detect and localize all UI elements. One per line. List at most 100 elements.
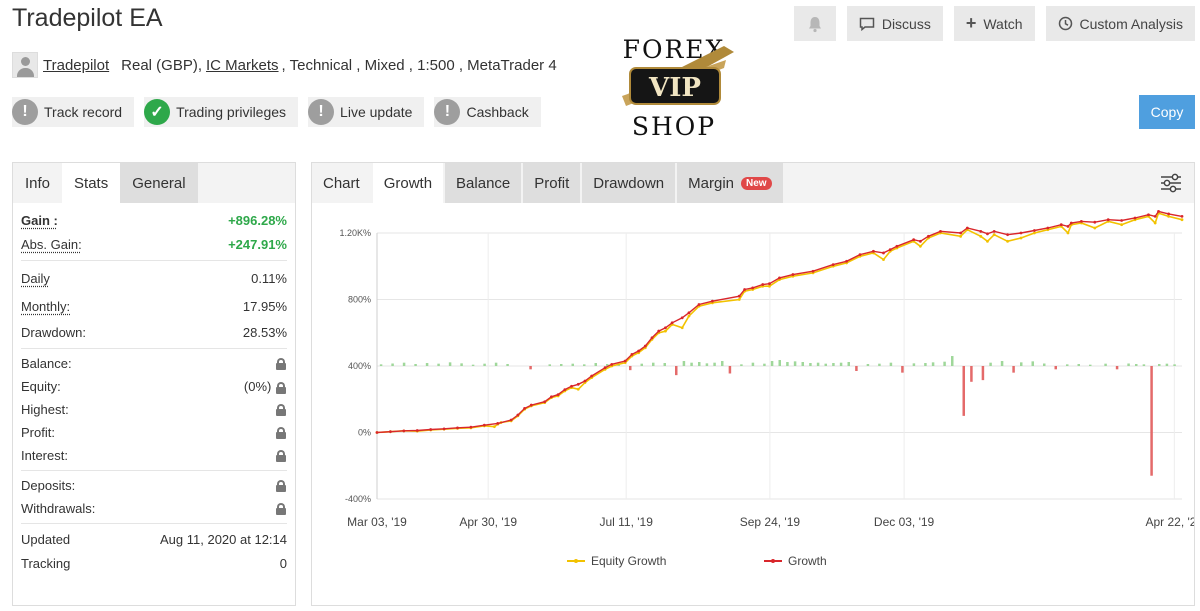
daily-bar xyxy=(866,364,870,366)
gain-value: +896.28% xyxy=(228,213,287,228)
notify-button[interactable] xyxy=(793,6,836,41)
data-point xyxy=(992,233,996,237)
daily-bar xyxy=(763,363,766,366)
data-point xyxy=(1066,224,1070,228)
daily-bar xyxy=(721,361,724,366)
tab-profit[interactable]: Profit xyxy=(523,163,581,203)
data-point xyxy=(1033,229,1036,232)
daily-bar xyxy=(931,362,935,366)
badge-cashback[interactable]: ! Cashback xyxy=(434,97,541,127)
monthly-label[interactable]: Monthly: xyxy=(21,299,70,314)
series-line-growth xyxy=(376,210,1183,434)
data-point xyxy=(389,430,392,434)
data-point xyxy=(523,406,526,410)
daily-bar xyxy=(529,366,532,370)
daily-bar xyxy=(506,364,509,366)
x-tick-label: Dec 03, '19 xyxy=(874,515,935,529)
daily-bar xyxy=(583,364,586,366)
data-point xyxy=(979,229,983,233)
data-point xyxy=(570,384,573,388)
logo-line-3: SHOP xyxy=(632,112,716,141)
data-point xyxy=(858,253,862,257)
updated-label: Updated xyxy=(21,532,71,547)
data-point xyxy=(1147,213,1150,217)
equity-value: (0%) xyxy=(243,379,272,394)
legend-label: Equity Growth xyxy=(591,554,666,568)
tab-chart: Chart xyxy=(312,163,371,203)
data-point xyxy=(657,329,661,333)
data-point xyxy=(811,269,815,273)
daily-bar xyxy=(878,363,881,366)
data-point xyxy=(680,316,684,320)
abs-gain-label[interactable]: Abs. Gain: xyxy=(21,237,82,252)
daily-bar xyxy=(548,364,551,366)
daily-bar xyxy=(437,363,440,366)
sliders-icon[interactable] xyxy=(1160,173,1182,193)
data-point xyxy=(751,286,755,290)
daily-bar xyxy=(705,363,709,366)
daily-bar xyxy=(847,362,850,366)
badge-trading-privileges[interactable]: ✓ Trading privileges xyxy=(144,97,299,127)
data-point xyxy=(959,231,963,235)
data-point xyxy=(979,234,983,238)
data-point xyxy=(1157,209,1160,213)
tab-general[interactable]: General xyxy=(120,163,198,203)
daily-bar xyxy=(1000,361,1004,366)
data-point xyxy=(650,336,654,340)
monthly-value: 17.95% xyxy=(242,299,287,314)
legend-marker xyxy=(574,559,578,563)
data-point xyxy=(1120,223,1124,227)
data-point xyxy=(664,329,667,333)
daily-bar xyxy=(483,363,486,366)
growth-chart[interactable]: 1.20K% 800% 400% 0% -400% Mar 03, '19 Apr 30, … xyxy=(312,203,1194,605)
broker-link[interactable]: IC Markets xyxy=(206,57,279,74)
daily-label[interactable]: Daily xyxy=(21,271,50,286)
forex-vip-shop-logo: FOREX VIP SHOP xyxy=(622,35,734,141)
x-tick-label: Sep 24, '19 xyxy=(740,515,801,529)
data-point xyxy=(1180,214,1184,218)
data-point xyxy=(1019,231,1023,235)
daily-bar xyxy=(690,362,693,366)
daily-bar xyxy=(981,366,985,381)
abs-gain-value: +247.91% xyxy=(228,237,287,252)
lock-icon xyxy=(275,449,287,462)
x-tick-label: Apr 30, '19 xyxy=(459,515,517,529)
avatar[interactable] xyxy=(12,52,38,78)
watch-button[interactable]: + Watch xyxy=(953,6,1035,41)
data-point xyxy=(509,418,513,422)
badge-live-update[interactable]: ! Live update xyxy=(308,97,425,127)
gain-label[interactable]: Gain : xyxy=(21,213,58,228)
daily-bar xyxy=(471,364,475,366)
interest-label: Interest: xyxy=(21,448,68,463)
tab-stats[interactable]: Stats xyxy=(62,163,121,203)
data-point xyxy=(610,362,614,366)
data-point xyxy=(1006,233,1009,237)
legend-label: Growth xyxy=(788,554,827,568)
daily-bar xyxy=(1104,363,1107,366)
badge-track-record[interactable]: ! Track record xyxy=(12,97,135,127)
daily-bar xyxy=(970,366,973,382)
daily-bar xyxy=(801,362,804,366)
tab-margin[interactable]: Margin New xyxy=(677,163,783,203)
daily-bar xyxy=(1020,362,1023,366)
data-point xyxy=(556,393,560,396)
copy-button[interactable]: Copy xyxy=(1139,95,1195,129)
data-point xyxy=(687,314,691,318)
data-point xyxy=(778,276,781,280)
data-point xyxy=(992,229,996,233)
daily-bar xyxy=(571,363,574,366)
daily-bar xyxy=(832,363,835,366)
badge-label: Trading privileges xyxy=(176,104,287,120)
highest-label: Highest: xyxy=(21,402,69,417)
x-tick-label: Mar 03, '19 xyxy=(347,515,407,529)
data-point xyxy=(918,239,922,243)
data-point xyxy=(402,429,406,433)
tab-drawdown[interactable]: Drawdown xyxy=(582,163,676,203)
author-link[interactable]: Tradepilot xyxy=(43,57,109,74)
data-point xyxy=(496,421,500,425)
discuss-button[interactable]: Discuss xyxy=(846,6,943,41)
tab-info[interactable]: Info xyxy=(13,163,62,203)
custom-analysis-button[interactable]: Custom Analysis xyxy=(1045,6,1195,41)
tab-balance[interactable]: Balance xyxy=(445,163,522,203)
tab-growth[interactable]: Growth xyxy=(372,163,444,203)
